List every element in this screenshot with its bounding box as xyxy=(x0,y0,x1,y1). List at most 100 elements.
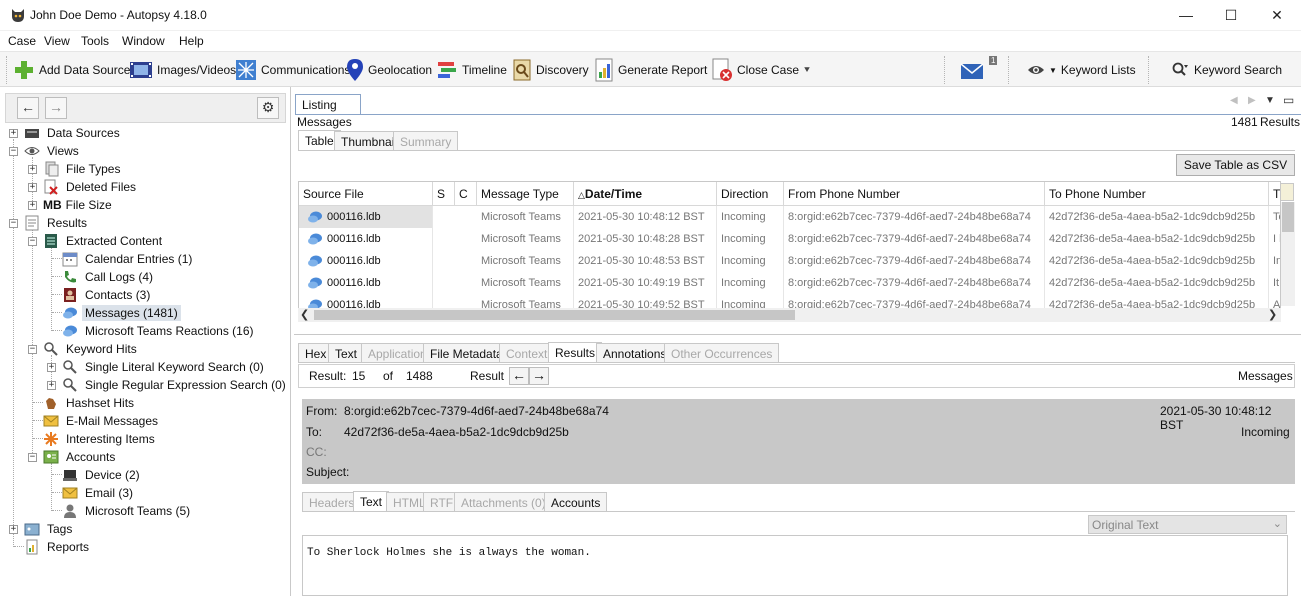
column-header-date-time[interactable]: △Date/Time xyxy=(574,182,717,206)
add-data-source-button[interactable]: Add Data Source xyxy=(13,56,130,84)
scroll-right-icon[interactable]: ▶ xyxy=(1248,95,1256,106)
tab-results[interactable]: Results xyxy=(548,342,603,362)
tree-item-single-literal[interactable]: Single Literal Keyword Search (0) xyxy=(62,358,267,376)
tree-item-data-sources[interactable]: Data Sources xyxy=(24,124,123,142)
table-row[interactable]: 000116.ldb Microsoft Teams 2021-05-30 10… xyxy=(299,228,1280,250)
panel-splitter[interactable] xyxy=(294,334,1301,335)
forward-arrow-icon[interactable]: → xyxy=(45,97,67,119)
tree-item-email-messages[interactable]: E-Mail Messages xyxy=(43,412,161,430)
tree-item-extracted-content[interactable]: Extracted Content xyxy=(43,232,165,250)
tree-item-calendar-entries[interactable]: Calendar Entries (1) xyxy=(62,250,195,268)
maximize-button[interactable]: ☐ xyxy=(1208,0,1254,31)
expand-toggle[interactable]: + xyxy=(47,363,56,372)
generate-report-button[interactable]: Generate Report xyxy=(594,56,707,84)
menu-view[interactable]: View xyxy=(44,34,70,48)
collapse-toggle[interactable]: − xyxy=(28,453,37,462)
collapse-toggle[interactable]: − xyxy=(9,147,18,156)
menu-help[interactable]: Help xyxy=(179,34,204,48)
tree-guide-line xyxy=(51,463,52,511)
back-arrow-icon[interactable]: ← xyxy=(17,97,39,119)
collapse-toggle[interactable]: − xyxy=(28,345,37,354)
tree-label: Reports xyxy=(47,540,90,554)
tab-text[interactable]: Text xyxy=(328,343,365,362)
geolocation-button[interactable]: Geolocation xyxy=(346,56,432,84)
scroll-left-arrow-icon[interactable]: ❮ xyxy=(300,308,309,321)
tab-attachments[interactable]: Attachments (0) xyxy=(454,492,553,511)
tree-item-contacts[interactable]: Contacts (3) xyxy=(62,286,153,304)
column-header-c[interactable]: C xyxy=(455,182,477,206)
keyword-lists-button[interactable]: ▼ Keyword Lists xyxy=(1027,56,1136,84)
tree-item-results[interactable]: Results xyxy=(24,214,90,232)
tab-listing[interactable]: Listing xyxy=(295,94,361,115)
message-bubble-icon xyxy=(307,209,323,228)
tree-item-keyword-hits[interactable]: Keyword Hits xyxy=(43,340,140,358)
timeline-button[interactable]: Timeline xyxy=(436,56,507,84)
tree-item-deleted-files[interactable]: Deleted Files xyxy=(43,178,139,196)
tree-item-teams-reactions[interactable]: Microsoft Teams Reactions (16) xyxy=(62,322,257,340)
column-header-source-file[interactable]: Source File xyxy=(299,182,433,206)
hard-drive-icon xyxy=(25,129,39,138)
collapse-toggle[interactable]: − xyxy=(9,219,18,228)
tree-item-views[interactable]: Views xyxy=(24,142,82,160)
collapse-toggle[interactable]: − xyxy=(28,237,37,246)
scroll-right-arrow-icon[interactable]: ❯ xyxy=(1268,308,1277,321)
scroll-left-icon[interactable]: ◀ xyxy=(1230,95,1238,106)
close-case-button[interactable]: Close Case ⯆ xyxy=(711,56,811,84)
maximize-window-icon[interactable]: ▭ xyxy=(1283,93,1294,107)
previous-result-button[interactable]: ← xyxy=(509,367,529,385)
inbox-button[interactable] xyxy=(960,56,986,84)
tab-file-metadata[interactable]: File Metadata xyxy=(423,343,510,362)
table-row[interactable]: 000116.ldb Microsoft Teams 2021-05-30 10… xyxy=(299,272,1280,294)
close-window-button[interactable]: ✕ xyxy=(1254,0,1300,31)
tree-item-interesting-items[interactable]: Interesting Items xyxy=(43,430,158,448)
menu-case[interactable]: Case xyxy=(8,34,36,48)
text-mode-select[interactable]: Original Text ⌄ xyxy=(1088,515,1287,534)
tab-accounts[interactable]: Accounts xyxy=(544,492,608,511)
tree-item-device[interactable]: Device (2) xyxy=(62,466,143,484)
tab-menu-icon[interactable]: ▼ xyxy=(1265,95,1275,106)
column-header-to-phone[interactable]: To Phone Number xyxy=(1045,182,1269,206)
tab-context[interactable]: Context xyxy=(499,343,555,362)
tree-item-file-types[interactable]: File Types xyxy=(43,160,123,178)
keyword-search-button[interactable]: Keyword Search xyxy=(1172,56,1282,84)
save-table-csv-button[interactable]: Save Table as CSV xyxy=(1176,154,1295,176)
table-row[interactable]: 000116.ldb Microsoft Teams 2021-05-30 10… xyxy=(299,250,1280,272)
tree-item-accounts[interactable]: Accounts xyxy=(43,448,118,466)
tree-item-reports[interactable]: Reports xyxy=(24,538,92,556)
tree-item-file-size[interactable]: MB File Size xyxy=(43,196,115,214)
tree-item-email[interactable]: Email (3) xyxy=(62,484,136,502)
expand-toggle[interactable]: + xyxy=(28,201,37,210)
expand-toggle[interactable]: + xyxy=(9,129,18,138)
minimize-button[interactable]: — xyxy=(1163,0,1209,31)
expand-toggle[interactable]: + xyxy=(28,183,37,192)
tree-item-microsoft-teams[interactable]: Microsoft Teams (5) xyxy=(62,502,193,520)
images-videos-button[interactable]: Images/Videos xyxy=(129,56,236,84)
column-header-direction[interactable]: Direction xyxy=(717,182,784,206)
tab-annotations[interactable]: Annotations xyxy=(596,343,674,362)
expand-toggle[interactable]: + xyxy=(9,525,18,534)
column-header-from-phone[interactable]: From Phone Number xyxy=(784,182,1045,206)
column-header-message-type[interactable]: Message Type xyxy=(477,182,574,206)
column-chooser-icon[interactable] xyxy=(1280,183,1294,201)
expand-toggle[interactable]: + xyxy=(47,381,56,390)
tree-item-tags[interactable]: Tags xyxy=(24,520,75,538)
expand-toggle[interactable]: + xyxy=(28,165,37,174)
gear-icon[interactable]: ⚙ xyxy=(257,97,279,119)
menu-tools[interactable]: Tools xyxy=(81,34,109,48)
vertical-scrollbar-thumb[interactable] xyxy=(1282,202,1294,232)
communications-button[interactable]: Communications xyxy=(235,56,350,84)
horizontal-scrollbar-thumb[interactable] xyxy=(314,310,795,320)
column-header-s[interactable]: S xyxy=(433,182,455,206)
tree-item-hashset-hits[interactable]: Hashset Hits xyxy=(43,394,137,412)
tab-other-occurrences[interactable]: Other Occurrences xyxy=(664,343,780,362)
tree-item-call-logs[interactable]: Call Logs (4) xyxy=(62,268,156,286)
tree-item-messages[interactable]: Messages (1481) xyxy=(62,304,181,322)
tree-item-single-regex[interactable]: Single Regular Expression Search (0) xyxy=(62,376,289,394)
next-result-button[interactable]: → xyxy=(529,367,549,385)
tab-message-text[interactable]: Text xyxy=(353,491,390,511)
chevron-down-icon[interactable]: ⯆ xyxy=(803,65,811,76)
discovery-button[interactable]: Discovery xyxy=(512,56,589,84)
table-row[interactable]: 000116.ldb Microsoft Teams 2021-05-30 10… xyxy=(299,206,1280,228)
menu-window[interactable]: Window xyxy=(122,34,165,48)
tab-summary[interactable]: Summary xyxy=(393,131,459,150)
